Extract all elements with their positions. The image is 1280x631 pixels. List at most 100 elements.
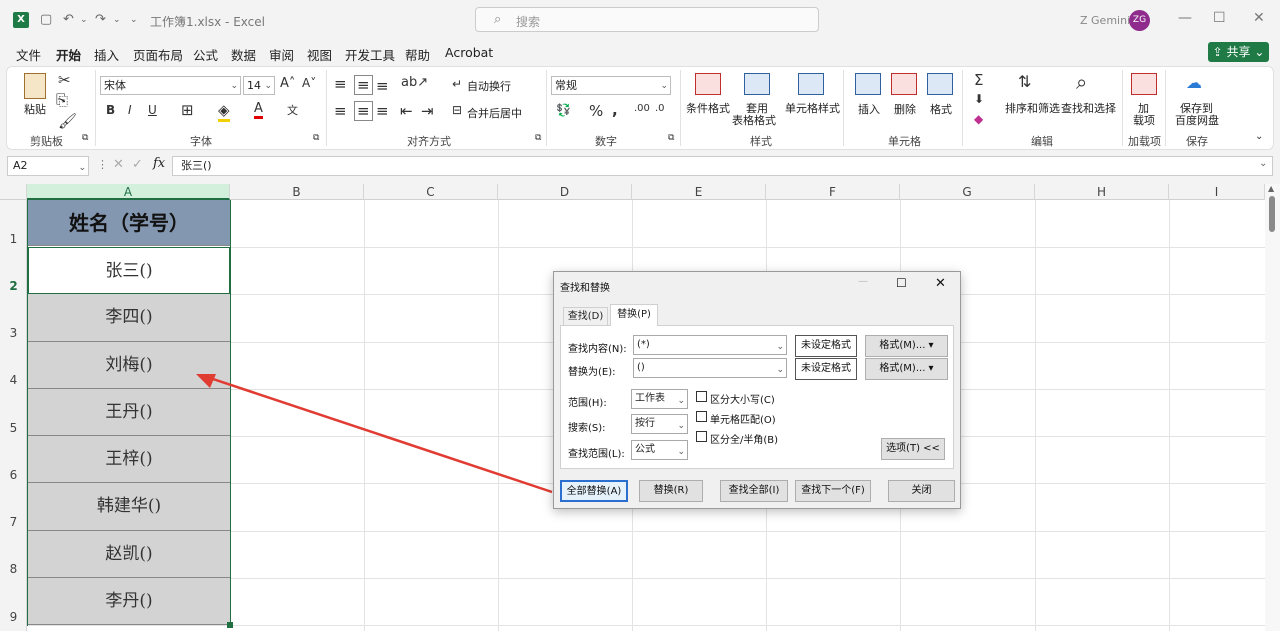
addins-icon[interactable] xyxy=(1131,73,1157,95)
font-color-icon[interactable]: A xyxy=(254,101,263,119)
close-button[interactable]: 关闭 xyxy=(888,480,955,502)
increase-indent-icon[interactable]: ⇥ xyxy=(421,102,434,120)
menu-home[interactable]: 开始 xyxy=(56,45,82,68)
paste-icon[interactable] xyxy=(24,73,46,99)
italic-icon[interactable]: I xyxy=(128,103,132,117)
column-header-a[interactable]: A xyxy=(27,184,230,200)
bold-icon[interactable]: B xyxy=(106,103,115,117)
align-left-icon[interactable]: ≡ xyxy=(334,102,347,120)
menu-page-layout[interactable]: 页面布局 xyxy=(133,45,183,64)
cell-styles-icon[interactable] xyxy=(798,73,824,95)
align-center-icon[interactable]: ≡ xyxy=(354,101,373,121)
format-cells-icon[interactable] xyxy=(927,73,953,95)
cancel-icon[interactable]: ✕ xyxy=(113,157,124,172)
replace-button[interactable]: 替换(R) xyxy=(639,480,703,502)
redo-dropdown-icon[interactable]: ⌄ xyxy=(113,15,121,25)
share-button[interactable]: ⇪ 共享 ⌄ xyxy=(1208,42,1269,62)
match-cell-label[interactable]: 单元格匹配(O) xyxy=(710,411,776,426)
replace-all-button[interactable]: 全部替换(A) xyxy=(560,480,628,502)
save-icon[interactable]: ▢ xyxy=(40,12,52,27)
menu-acrobat[interactable]: Acrobat xyxy=(445,45,493,60)
chevron-down-icon[interactable]: ⌄ xyxy=(776,338,784,356)
fill-icon[interactable]: ⬇ xyxy=(974,92,984,106)
avatar[interactable]: ZG xyxy=(1129,10,1150,31)
column-header-c[interactable]: C xyxy=(364,184,498,200)
align-right-icon[interactable]: ≡ xyxy=(376,102,389,120)
match-case-checkbox[interactable] xyxy=(696,391,707,402)
redo-icon[interactable]: ↷ xyxy=(95,12,106,27)
font-size-select[interactable]: 14 ⌄ xyxy=(243,76,275,95)
column-header-h[interactable]: H xyxy=(1035,184,1169,200)
autosum-icon[interactable]: Σ xyxy=(974,71,983,89)
close-window-icon[interactable]: ✕ xyxy=(1253,10,1265,26)
align-bottom-icon[interactable]: ≡ xyxy=(376,77,389,95)
number-format-select[interactable]: 常规 ⌄ xyxy=(551,76,671,95)
conditional-format-button[interactable]: 条件格式 xyxy=(686,100,730,116)
find-what-input[interactable]: (*) ⌄ xyxy=(633,335,787,355)
column-header-e[interactable]: E xyxy=(632,184,766,200)
insert-cells-icon[interactable] xyxy=(855,73,881,95)
row-header-4[interactable]: 4 xyxy=(0,373,27,387)
number-launcher-icon[interactable]: ⧉ xyxy=(668,133,674,143)
match-cell-checkbox[interactable] xyxy=(696,411,707,422)
match-width-label[interactable]: 区分全/半角(B) xyxy=(710,431,778,446)
borders-icon[interactable]: ⊞ xyxy=(181,101,194,119)
menu-developer[interactable]: 开发工具 xyxy=(345,45,395,64)
menu-insert[interactable]: 插入 xyxy=(94,45,119,64)
format-cells-button[interactable]: 格式 xyxy=(930,101,952,117)
row-header-5[interactable]: 5 xyxy=(0,421,27,435)
tab-replace[interactable]: 替换(P) xyxy=(610,304,658,326)
match-width-checkbox[interactable] xyxy=(696,431,707,442)
find-next-button[interactable]: 查找下一个(F) xyxy=(795,480,871,502)
menu-file[interactable]: 文件 xyxy=(16,45,41,64)
dialog-maximize-icon[interactable]: ☐ xyxy=(896,276,907,290)
fill-color-icon[interactable]: ◈ xyxy=(218,101,230,122)
search-select[interactable]: 按行 ⌄ xyxy=(631,414,688,434)
sort-filter-button[interactable]: 排序和筛选 xyxy=(1005,100,1060,116)
clear-icon[interactable]: ◆ xyxy=(974,112,983,126)
conditional-format-icon[interactable] xyxy=(695,73,721,95)
orientation-icon[interactable]: ab↗ xyxy=(401,75,428,90)
find-format-button[interactable]: 格式(M)... ▾ xyxy=(865,335,948,357)
row-header-1[interactable]: 1 xyxy=(0,232,27,246)
expand-formula-icon[interactable]: ⌄ xyxy=(1259,158,1267,169)
find-select-button[interactable]: 查找和选择 xyxy=(1061,100,1116,116)
options-button[interactable]: 选项(T) << xyxy=(881,438,945,460)
align-top-icon[interactable]: ≡ xyxy=(334,75,347,93)
column-header-f[interactable]: F xyxy=(766,184,900,200)
row-header-6[interactable]: 6 xyxy=(0,468,27,482)
fill-handle[interactable] xyxy=(227,622,233,628)
insert-cells-button[interactable]: 插入 xyxy=(858,101,880,117)
clipboard-launcher-icon[interactable]: ⧉ xyxy=(82,133,88,143)
menu-data[interactable]: 数据 xyxy=(231,45,256,64)
column-header-b[interactable]: B xyxy=(230,184,364,200)
customize-qat-icon[interactable]: ⌄ xyxy=(130,15,138,25)
look-in-select[interactable]: 公式 ⌄ xyxy=(631,440,688,460)
currency-icon[interactable]: 💱 xyxy=(556,103,571,117)
wrap-text-button[interactable]: 自动换行 xyxy=(467,78,511,94)
enter-icon[interactable]: ✓ xyxy=(132,157,143,172)
row-header-3[interactable]: 3 xyxy=(0,326,27,340)
cut-icon[interactable]: ✂ xyxy=(58,71,71,89)
decrease-font-icon[interactable]: A˅ xyxy=(302,76,316,90)
menu-help[interactable]: 帮助 xyxy=(405,45,430,64)
baidu-cloud-icon[interactable]: ☁ xyxy=(1186,73,1202,92)
percent-icon[interactable]: % xyxy=(589,102,603,120)
merge-icon[interactable]: ⊟ xyxy=(452,103,462,117)
menu-formulas[interactable]: 公式 xyxy=(193,45,218,64)
formula-more-icon[interactable]: ⋮ xyxy=(97,158,108,171)
delete-cells-icon[interactable] xyxy=(891,73,917,95)
sort-filter-icon[interactable]: ⇅ xyxy=(1018,72,1031,91)
collapse-ribbon-icon[interactable]: ⌄ xyxy=(1255,131,1263,142)
paste-label[interactable]: 粘贴 xyxy=(24,101,46,117)
decrease-decimal-icon[interactable]: .0 xyxy=(655,103,665,114)
wrap-text-icon[interactable]: ↵ xyxy=(452,77,462,91)
maximize-icon[interactable]: ☐ xyxy=(1213,10,1226,26)
scroll-thumb[interactable] xyxy=(1269,196,1275,232)
search-box[interactable]: ⌕ 搜索 xyxy=(475,7,819,32)
column-header-i[interactable]: I xyxy=(1169,184,1265,200)
row-header-8[interactable]: 8 xyxy=(0,562,27,576)
dialog-close-icon[interactable]: ✕ xyxy=(935,276,946,291)
formula-input[interactable]: 张三() xyxy=(172,156,1273,176)
column-header-g[interactable]: G xyxy=(900,184,1035,200)
